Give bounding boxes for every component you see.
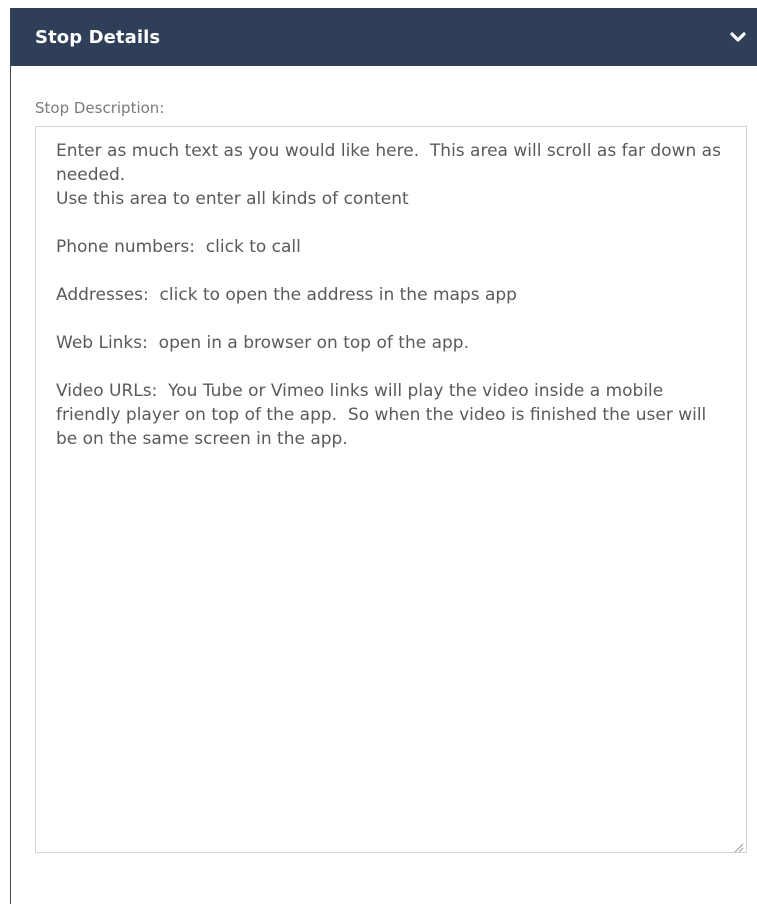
- stop-details-panel: Stop Details Stop Description:: [10, 8, 757, 904]
- chevron-down-icon[interactable]: [729, 30, 747, 44]
- page: Stop Details Stop Description:: [0, 0, 757, 904]
- resize-grip-icon[interactable]: [732, 838, 744, 853]
- stop-details-header[interactable]: Stop Details: [11, 8, 757, 66]
- stop-description-label: Stop Description:: [35, 99, 165, 117]
- panel-title: Stop Details: [35, 26, 161, 48]
- stop-description-field: [35, 126, 747, 853]
- stop-description-textarea[interactable]: [36, 127, 746, 852]
